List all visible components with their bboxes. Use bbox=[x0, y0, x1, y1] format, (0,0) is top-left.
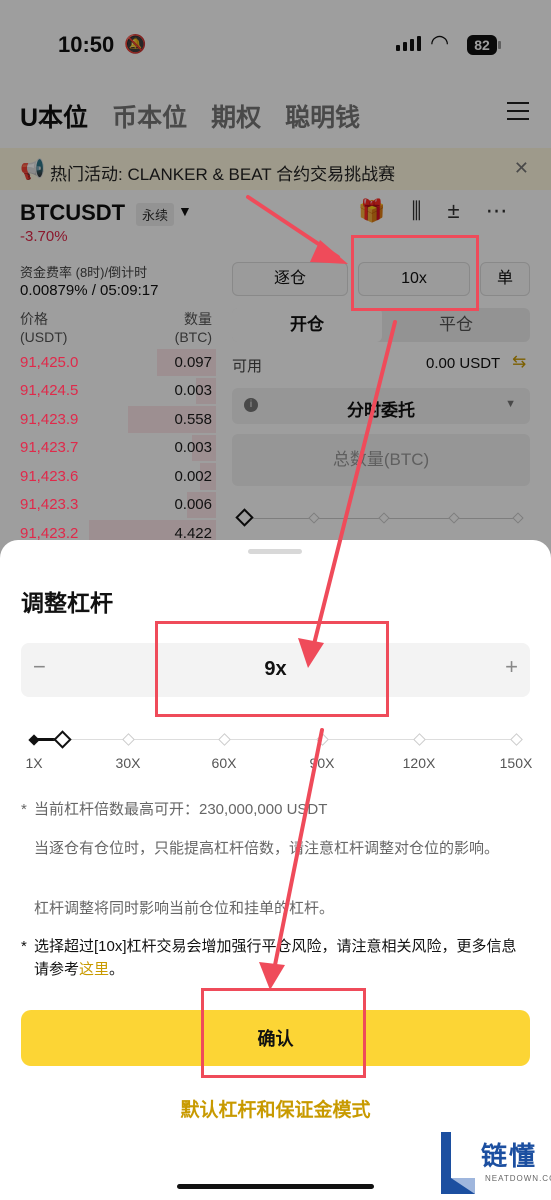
watermark: 链懂 NEATDOWN.COM bbox=[437, 1130, 551, 1198]
ask-quantity: 0.097 bbox=[174, 353, 212, 371]
ask-price[interactable]: 91,423.7 bbox=[20, 439, 78, 456]
leverage-slider-stop[interactable] bbox=[510, 733, 523, 746]
plus-icon[interactable]: + bbox=[505, 654, 518, 680]
max-open-note: * 当前杠杆倍数最高可开：230,000,000 USDT bbox=[21, 798, 524, 821]
isolated-note: 当逐仓有仓位时，只能提高杠杆倍数，请注意杠杆调整对仓位的影响。 bbox=[34, 840, 500, 857]
watermark-text: 链懂 bbox=[481, 1141, 538, 1171]
home-indicator[interactable] bbox=[177, 1184, 374, 1189]
leverage-slider-start bbox=[28, 734, 40, 746]
affect-note: 杠杆调整将同时影响当前仓位和挂单的杠杆。 bbox=[34, 900, 335, 917]
risk-note: * 选择超过[10x]杠杆交易会增加强行平仓风险，请注意相关风险，更多信息请参考… bbox=[21, 935, 524, 981]
ask-price[interactable]: 91,425.0 bbox=[20, 354, 78, 371]
risk-info-link[interactable]: 这里 bbox=[79, 961, 109, 978]
leverage-slider-stop[interactable] bbox=[413, 733, 426, 746]
drag-handle[interactable] bbox=[248, 549, 302, 554]
leverage-slider-stop[interactable] bbox=[122, 733, 135, 746]
tick-label: 150X bbox=[499, 755, 533, 771]
tick-label: 30X bbox=[115, 755, 141, 771]
ask-quantity: 0.003 bbox=[174, 382, 212, 400]
risk-note-end: 。 bbox=[109, 961, 125, 978]
tick-label: 120X bbox=[402, 755, 436, 771]
tick-label: 1X bbox=[25, 755, 43, 771]
ask-price[interactable]: 91,424.5 bbox=[20, 382, 78, 399]
leverage-slider[interactable] bbox=[28, 730, 523, 749]
ask-quantity: 4.422 bbox=[174, 524, 212, 542]
tick-label: 60X bbox=[211, 755, 237, 771]
ask-quantity: 0.558 bbox=[174, 410, 212, 428]
leverage-value[interactable]: 9x bbox=[21, 658, 530, 681]
leverage-sheet: 调整杠杆 − 9x + 1X 30X 60X 90X 120X 150X * 当… bbox=[0, 540, 551, 1200]
asterisk-icon: * bbox=[21, 938, 27, 955]
confirm-button[interactable]: 确认 bbox=[21, 1010, 530, 1066]
asterisk-icon: * bbox=[21, 801, 27, 818]
leverage-slider-stop[interactable] bbox=[218, 733, 231, 746]
watermark-subtext: NEATDOWN.COM bbox=[485, 1174, 551, 1183]
max-open-text: 当前杠杆倍数最高可开：230,000,000 USDT bbox=[34, 801, 328, 818]
leverage-slider-stop[interactable] bbox=[316, 733, 329, 746]
ask-price[interactable]: 91,423.2 bbox=[20, 525, 78, 542]
ask-price[interactable]: 91,423.3 bbox=[20, 496, 78, 513]
ask-price[interactable]: 91,423.6 bbox=[20, 468, 78, 485]
watermark-logo bbox=[441, 1132, 475, 1194]
ask-quantity: 0.003 bbox=[174, 439, 212, 457]
tick-label: 90X bbox=[309, 755, 335, 771]
ask-quantity: 0.006 bbox=[174, 496, 212, 514]
leverage-slider-track bbox=[34, 739, 518, 740]
ask-price[interactable]: 91,423.9 bbox=[20, 411, 78, 428]
ask-quantity: 0.002 bbox=[174, 467, 212, 485]
leverage-stepper[interactable]: − 9x + bbox=[21, 643, 530, 697]
sheet-title: 调整杠杆 bbox=[21, 590, 113, 616]
leverage-slider-knob[interactable] bbox=[53, 730, 72, 749]
default-leverage-link[interactable]: 默认杠杆和保证金模式 bbox=[0, 1095, 551, 1122]
